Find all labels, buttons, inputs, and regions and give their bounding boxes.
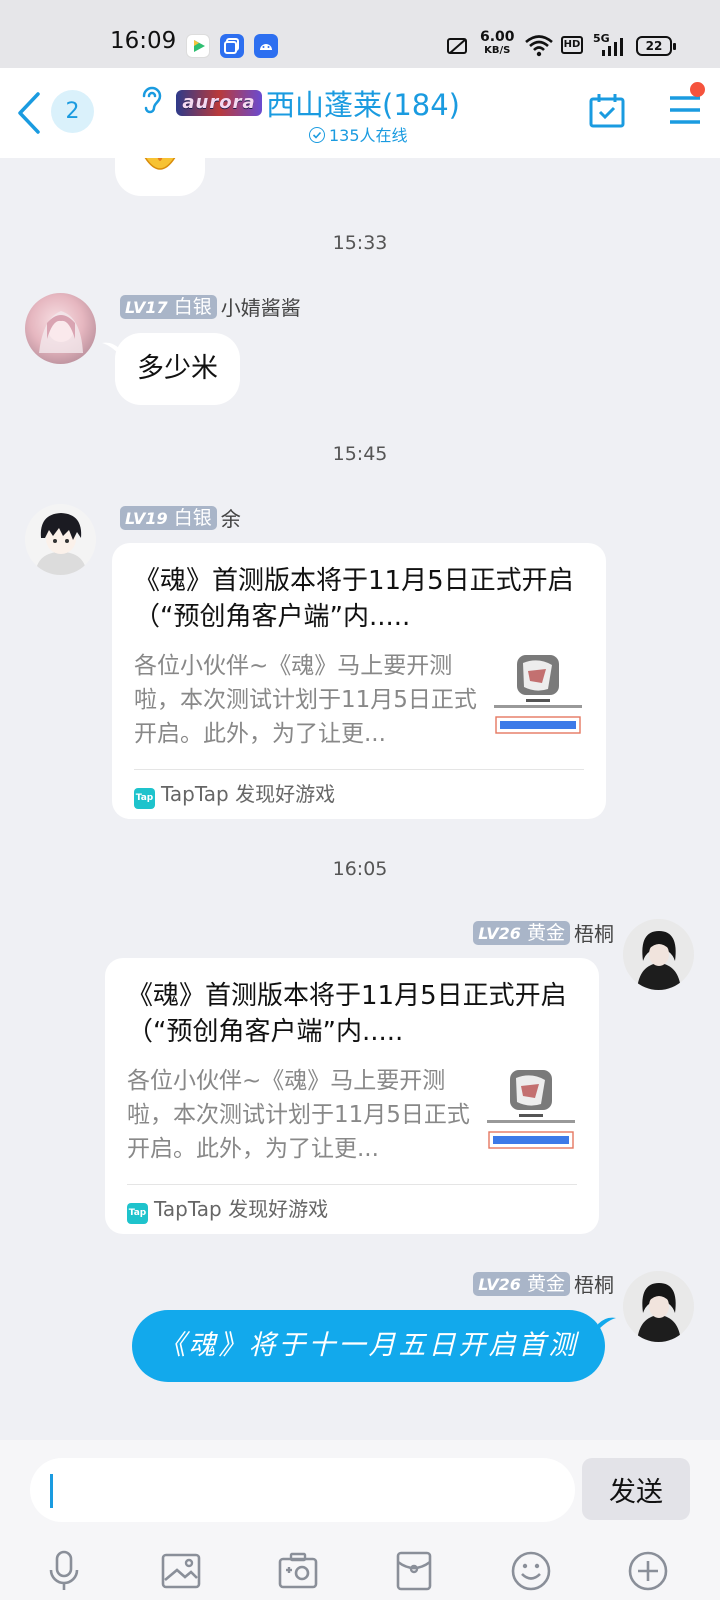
- card-title: 《魂》首测版本将于11月5日正式开启（“预创角客户端”内.....: [127, 981, 567, 1047]
- sender-info: LV17 白银 小婧酱酱: [120, 292, 301, 321]
- no-sim-icon: [446, 36, 470, 60]
- group-title[interactable]: 西山蓬莱(184): [266, 82, 460, 124]
- level-text: LV17: [125, 297, 168, 317]
- text-cursor: [50, 1474, 53, 1508]
- hd-icon: HD: [561, 36, 583, 54]
- emoji-icon[interactable]: [511, 1550, 551, 1592]
- earpiece-mode-icon[interactable]: [138, 84, 164, 116]
- calendar-icon[interactable]: [588, 92, 626, 130]
- member-level-badge: LV19 白银: [120, 505, 217, 530]
- card-divider: [134, 769, 584, 770]
- rank-text: 白银: [173, 506, 212, 529]
- emoji-icon: [144, 158, 176, 170]
- video-app-icon: [186, 34, 210, 58]
- sender-info: LV19 白银余: [120, 503, 241, 532]
- level-text: LV26: [478, 923, 521, 943]
- notification-dot: [690, 82, 705, 97]
- online-check-icon: [309, 127, 325, 143]
- taptap-logo-icon: Tap: [134, 788, 155, 809]
- send-button[interactable]: 发送: [582, 1458, 690, 1520]
- member-level-badge: LV26 黄金: [473, 920, 570, 945]
- avatar[interactable]: [25, 504, 96, 575]
- link-share-card[interactable]: 《魂》首测版本将于11月5日正式开启（“预创角客户端”内..... 各位小伙伴~…: [105, 958, 599, 1234]
- card-source: Tap TapTap 发现好游戏: [127, 1194, 328, 1224]
- card-thumbnail: [483, 1066, 579, 1156]
- plus-icon[interactable]: [628, 1550, 668, 1592]
- status-bar: 16:09 6.00 KB/S HD 5G 22: [0, 0, 720, 68]
- level-text: LV26: [478, 1274, 521, 1294]
- wifi-icon: [524, 33, 554, 61]
- back-button[interactable]: [12, 90, 48, 136]
- status-time: 16:09: [110, 28, 177, 54]
- message-input[interactable]: [30, 1458, 575, 1522]
- timestamp-separator: 15:45: [332, 443, 388, 465]
- card-title: 《魂》首测版本将于11月5日正式开启（“预创角客户端”内.....: [134, 566, 574, 632]
- bubble-tail: [598, 1317, 616, 1330]
- menu-icon[interactable]: [668, 94, 702, 126]
- card-description: 各位小伙伴~《魂》马上要开测啦，本次测试计划于11月5日正式开启。此外，为了让更…: [134, 653, 477, 747]
- image-icon[interactable]: [161, 1550, 201, 1592]
- sender-name[interactable]: 梧桐: [574, 922, 614, 946]
- avatar[interactable]: [623, 1271, 694, 1342]
- input-bar: 发送: [0, 1440, 720, 1600]
- avatar[interactable]: [623, 919, 694, 990]
- link-share-card[interactable]: 《魂》首测版本将于11月5日正式开启（“预创角客户端”内..... 各位小伙伴~…: [112, 543, 606, 819]
- android-app-icon: [254, 34, 278, 58]
- battery-icon: 22: [636, 36, 676, 56]
- chat-header: 2 aurora 西山蓬莱(184) 135人在线: [0, 68, 720, 158]
- avatar[interactable]: [25, 293, 96, 364]
- emoji-message-bubble[interactable]: [115, 158, 205, 196]
- rank-text: 黄金: [526, 921, 565, 944]
- sender-name[interactable]: 小婧酱酱: [221, 296, 301, 320]
- sender-info: LV26 黄金 梧桐: [473, 1269, 614, 1298]
- camera-icon[interactable]: [278, 1550, 318, 1592]
- online-count: 135人在线: [329, 126, 408, 145]
- member-level-badge: LV17 白银: [120, 294, 217, 319]
- card-source: Tap TapTap 发现好游戏: [134, 779, 335, 809]
- unread-count-badge[interactable]: 2: [51, 90, 94, 133]
- level-text: LV19: [125, 508, 168, 528]
- member-level-badge: LV26 黄金: [473, 1271, 570, 1296]
- styled-text-message-bubble[interactable]: 《魂》将于十一月五日开启首测: [132, 1310, 605, 1382]
- card-divider: [127, 1184, 577, 1185]
- online-status[interactable]: 135人在线: [309, 122, 408, 146]
- rank-text: 黄金: [526, 1272, 565, 1295]
- bubble-tail: [102, 342, 120, 355]
- group-logo: aurora: [176, 90, 262, 116]
- timestamp-separator: 15:33: [332, 232, 388, 254]
- sender-name[interactable]: 梧桐: [574, 1273, 614, 1297]
- card-source-text: TapTap 发现好游戏: [154, 1197, 329, 1221]
- network-speed-value: 6.00: [480, 29, 515, 45]
- text-message-bubble[interactable]: 多少米: [115, 333, 240, 405]
- card-description: 各位小伙伴~《魂》马上要开测啦，本次测试计划于11月5日正式开启。此外，为了让更…: [127, 1068, 470, 1162]
- window-app-icon: [220, 34, 244, 58]
- card-source-text: TapTap 发现好游戏: [161, 782, 336, 806]
- microphone-icon[interactable]: [44, 1550, 84, 1592]
- red-packet-icon[interactable]: [394, 1550, 434, 1592]
- sender-info: LV26 黄金 梧桐: [473, 918, 614, 947]
- card-thumbnail: [490, 651, 586, 741]
- chat-message-list[interactable]: 15:33 LV17 白银 小婧酱酱 多少米 15:45 LV19 白银余 《魂》…: [0, 158, 720, 1440]
- sender-name[interactable]: 余: [221, 507, 241, 531]
- signal-icon: [600, 36, 626, 60]
- network-speed-unit: KB/S: [484, 45, 511, 56]
- timestamp-separator: 16:05: [332, 858, 388, 880]
- network-speed: 6.00 KB/S: [480, 30, 515, 58]
- rank-text: 白银: [173, 295, 212, 318]
- taptap-logo-icon: Tap: [127, 1203, 148, 1224]
